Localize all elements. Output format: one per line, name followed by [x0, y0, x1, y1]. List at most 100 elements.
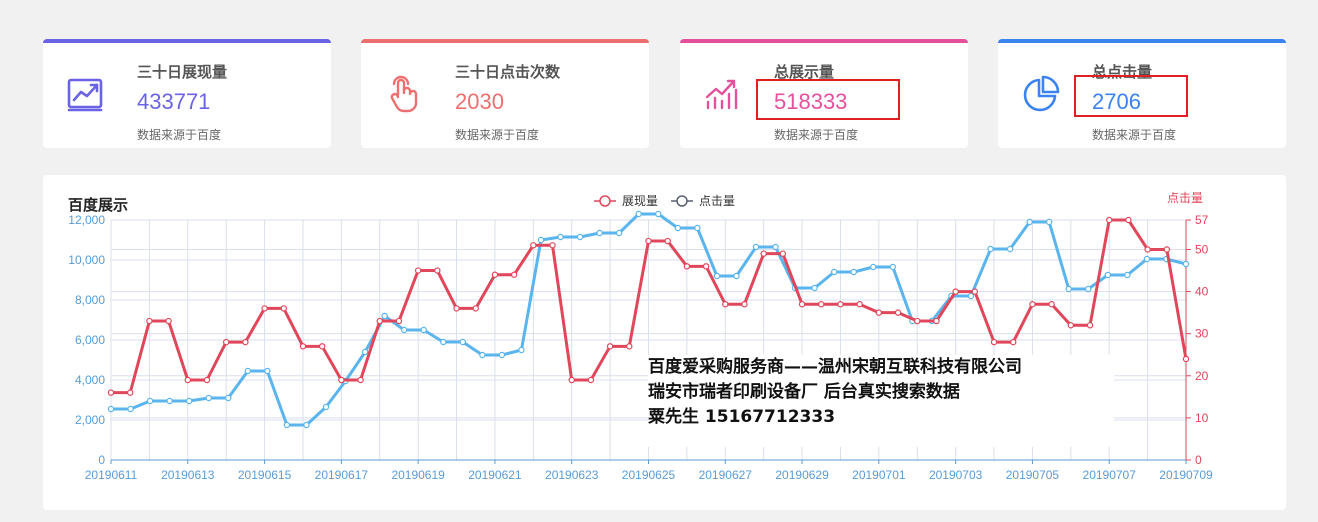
clicks-series-point	[1029, 301, 1036, 308]
x-tick-label: 20190621	[468, 468, 522, 482]
impressions-series-point	[420, 326, 427, 334]
clicks-series-point	[568, 376, 575, 384]
impressions-series-point	[1006, 245, 1014, 253]
y-left-tick-label: 8,000	[75, 293, 105, 307]
y-right-tick-label: 57	[1195, 213, 1209, 227]
clicks-series-point	[414, 267, 422, 274]
impressions-series-point	[1124, 271, 1131, 279]
card-value: 433771	[137, 89, 211, 114]
y-left-tick-label: 2,000	[75, 413, 105, 427]
impressions-series-point	[870, 263, 877, 271]
clicks-series-point	[280, 305, 287, 312]
trend-up-chart-icon	[67, 75, 105, 113]
clicks-series-point	[472, 305, 479, 312]
line-chart: 0 2,000 4,000 6,000 8,000 10,000 12,000 0 10 20 30…	[68, 191, 1213, 482]
y-right-tick-label: 40	[1195, 285, 1209, 299]
clicks-series-point	[971, 288, 979, 295]
impressions-series-point	[127, 405, 134, 413]
card-source-note: 数据来源于百度	[1092, 128, 1177, 142]
clicks-series-point	[261, 305, 268, 312]
y-left-tick-label: 10,000	[68, 253, 105, 267]
impressions-series-point	[674, 224, 682, 232]
x-tick-label: 20190703	[929, 468, 983, 482]
impressions-series-point	[225, 394, 232, 402]
impressions-series-point	[596, 229, 603, 237]
impressions-series-point	[400, 326, 408, 334]
overlay-line-3: 粟先生 15167712333	[648, 407, 836, 427]
clicks-series-point	[376, 317, 383, 325]
impressions-series-point	[713, 272, 721, 280]
x-tick-label: 20190613	[161, 468, 215, 482]
clicks-series-point	[645, 237, 652, 245]
legend-clicks-swatch	[676, 195, 688, 207]
impressions-series-point	[146, 397, 154, 405]
card-source-note: 数据来源于百度	[137, 128, 222, 142]
impressions-series-point	[303, 421, 310, 429]
impressions-series-point	[987, 245, 994, 253]
clicks-series-point	[1048, 301, 1055, 308]
y-right-tick-label: 10	[1195, 411, 1209, 425]
impressions-series-point	[733, 272, 740, 280]
impressions-series-point	[479, 351, 486, 359]
clicks-series-point	[1106, 216, 1113, 224]
impressions-series-point	[440, 338, 447, 346]
clicks-series-point	[1086, 322, 1094, 329]
impressions-series-point	[635, 210, 642, 218]
clicks-series-point	[510, 271, 518, 278]
clicks-series-point	[530, 242, 537, 249]
impressions-series-point	[1045, 218, 1053, 226]
impressions-series-point	[244, 367, 252, 375]
y-right-tick-label: 0	[1195, 453, 1202, 467]
impressions-series-point	[1143, 255, 1151, 263]
clicks-series-point	[702, 263, 710, 270]
impressions-series-point	[772, 243, 779, 251]
clicks-series-point	[1163, 246, 1171, 253]
clicks-series-point	[818, 301, 825, 308]
y-left-tick-label: 6,000	[75, 333, 105, 347]
y-right-tick-label: 30	[1195, 327, 1209, 341]
overlay-line-2: 瑞安市瑞者印刷设备厂 后台真实搜索数据	[648, 382, 960, 402]
bar-growth-icon	[704, 75, 742, 113]
clicks-series-point	[1182, 355, 1190, 363]
tap-finger-icon	[385, 75, 423, 113]
y-left-tick-label: 0	[98, 453, 105, 467]
clicks-series-point	[1125, 216, 1132, 224]
impressions-series-point	[498, 351, 506, 359]
clicks-series-point	[606, 343, 614, 350]
pie-chart-icon	[1022, 75, 1060, 113]
card-value: 2030	[455, 89, 504, 114]
impressions-series-point	[1085, 285, 1092, 293]
y-left-tick-label: 12,000	[68, 213, 105, 227]
clicks-series-point	[165, 317, 172, 325]
impressions-series-point	[1104, 271, 1112, 279]
impressions-series-point	[107, 405, 115, 413]
impressions-series-point	[811, 284, 818, 292]
impressions-series-point	[518, 346, 525, 354]
x-tick-label: 20190619	[391, 468, 445, 482]
clicks-series-point	[338, 376, 345, 384]
clicks-series-point	[491, 271, 499, 278]
impressions-series-point	[1026, 218, 1033, 226]
clicks-series-point	[107, 389, 115, 396]
impressions-series-point	[889, 263, 897, 271]
clicks-series-point	[856, 301, 863, 308]
x-tick-label: 20190611	[85, 468, 138, 482]
impressions-series-point	[655, 210, 662, 218]
clicks-series-point	[990, 338, 998, 346]
legend-impressions-label: 展现量	[622, 194, 658, 208]
clicks-series-point	[933, 317, 940, 325]
y-right-tick-label: 20	[1195, 369, 1209, 383]
clicks-series-point	[395, 317, 403, 325]
card-label: 三十日点击次数	[455, 63, 561, 81]
overlay-line-1: 百度爱采购服务商——温州宋朝互联科技有限公司	[648, 357, 1022, 377]
clicks-series-point	[626, 343, 633, 350]
clicks-series-point	[683, 263, 691, 270]
impressions-series-point	[283, 421, 291, 429]
clicks-series-point	[664, 237, 671, 245]
x-tick-label: 20190709	[1159, 468, 1213, 482]
clicks-series-point	[549, 242, 556, 249]
clicks-series-point	[357, 376, 364, 384]
x-tick-label: 20190705	[1006, 468, 1060, 482]
impressions-series-point	[615, 229, 623, 237]
impressions-series-point	[185, 397, 193, 405]
